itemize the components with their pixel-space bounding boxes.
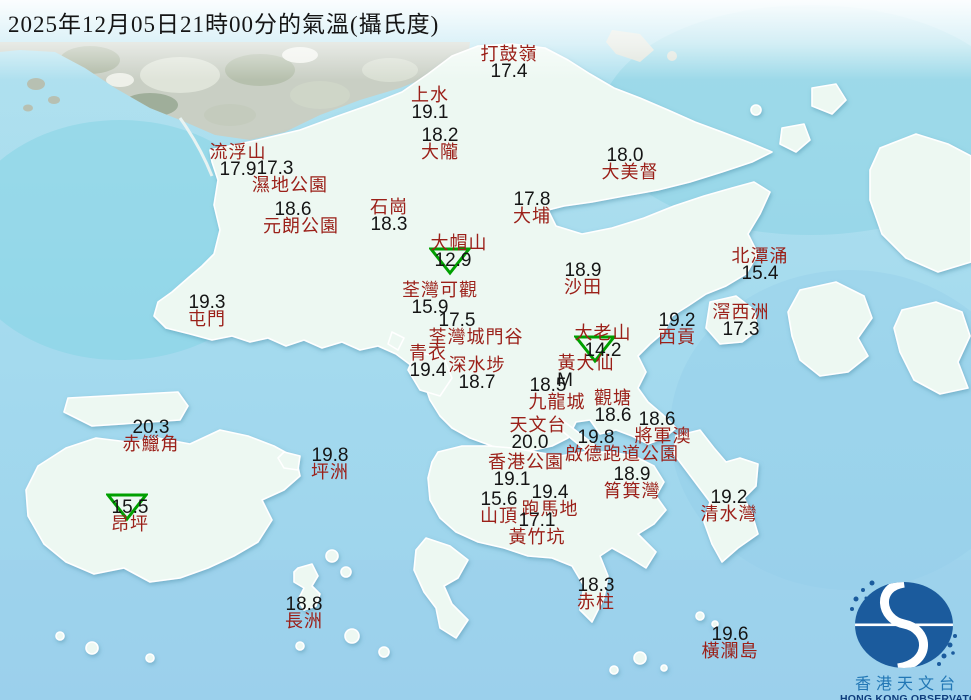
hong-kong-map	[0, 0, 971, 700]
observatory-logo: 香港天文台 HONG KONG OBSERVATORY	[840, 575, 971, 700]
observatory-logo-english-name: HONG KONG OBSERVATORY	[840, 693, 971, 700]
observatory-logo-chinese-name: 香港天文台	[854, 676, 960, 693]
weather-map-page: 2025年12月05日21時00分的氣溫(攝氏度) 打鼓嶺 17.4 上水 19.1 1…	[0, 0, 971, 700]
page-title: 2025年12月05日21時00分的氣溫(攝氏度)	[8, 12, 440, 37]
observatory-logo-icon	[850, 580, 957, 668]
airport-island	[63, 391, 189, 427]
falling-trend-icon	[572, 334, 618, 369]
falling-trend-icon	[427, 246, 473, 281]
falling-trend-icon	[104, 492, 150, 527]
